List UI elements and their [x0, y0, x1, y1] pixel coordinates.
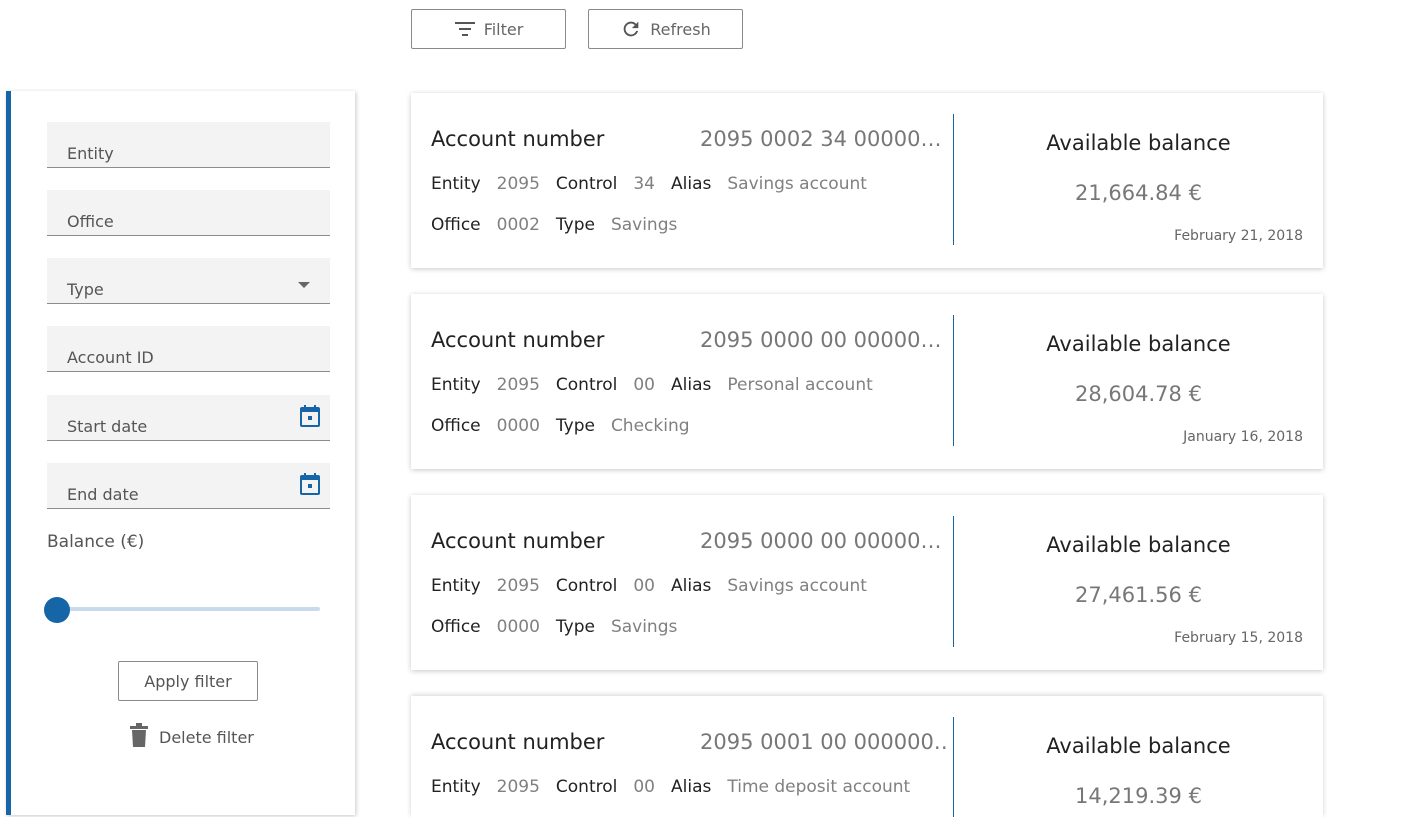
- office-key: Office: [431, 617, 481, 637]
- alias-value: Savings account: [727, 576, 867, 596]
- account-info-row: Entity 2095 Control 00 Alias Savings acc…: [431, 576, 883, 596]
- type-key: Type: [555, 215, 595, 235]
- balance-label: Balance (€): [47, 532, 145, 552]
- control-value: 00: [633, 777, 655, 797]
- alias-key: Alias: [671, 576, 712, 596]
- account-number-value: 2095 0002 34 00000…: [700, 127, 942, 151]
- calendar-icon[interactable]: [300, 405, 320, 431]
- delete-filter-button[interactable]: Delete filter: [129, 723, 254, 751]
- balance-slider-track[interactable]: [57, 607, 320, 611]
- alias-value: Personal account: [727, 375, 873, 395]
- start-date-field[interactable]: Start date: [47, 395, 330, 441]
- office-field-label: Office: [67, 212, 114, 231]
- type-value: Savings: [610, 617, 678, 637]
- account-number-value: 2095 0000 00 00000…: [700, 529, 942, 553]
- account-number-value: 2095 0001 00 000000…: [700, 730, 950, 754]
- type-select[interactable]: Type: [47, 258, 330, 304]
- type-key: Type: [555, 416, 595, 436]
- entity-key: Entity: [431, 174, 481, 194]
- type-value: Savings: [610, 215, 678, 235]
- alias-value: Time deposit account: [727, 777, 911, 797]
- available-balance-value: 14,219.39 €: [1075, 784, 1202, 808]
- balance-date: February 21, 2018: [1174, 228, 1303, 244]
- end-date-field[interactable]: End date: [47, 463, 330, 509]
- apply-filter-label: Apply filter: [144, 671, 232, 691]
- available-balance-value: 28,604.78 €: [1075, 382, 1202, 406]
- office-value: 0002: [496, 215, 540, 235]
- control-value: 00: [633, 375, 655, 395]
- entity-value: 2095: [496, 576, 540, 596]
- entity-field[interactable]: Entity: [47, 122, 330, 168]
- entity-value: 2095: [496, 174, 540, 194]
- account-id-field[interactable]: Account ID: [47, 326, 330, 372]
- available-balance-value: 27,461.56 €: [1075, 583, 1202, 607]
- calendar-icon[interactable]: [300, 473, 320, 499]
- balance-date: February 15, 2018: [1174, 630, 1303, 646]
- entity-key: Entity: [431, 777, 481, 797]
- account-number-label: Account number: [431, 328, 605, 352]
- account-info-row: Entity 2095 Control 00 Alias Personal ac…: [431, 375, 889, 395]
- type-value: Checking: [610, 416, 690, 436]
- trash-icon: [129, 723, 149, 751]
- balance-date: January 16, 2018: [1183, 429, 1303, 445]
- account-card[interactable]: Account number 2095 0000 00 00000… Entit…: [411, 495, 1323, 670]
- account-card[interactable]: Account number 2095 0001 00 000000… Enti…: [411, 696, 1323, 817]
- available-balance-label: Available balance: [1046, 533, 1231, 557]
- available-balance-label: Available balance: [1046, 131, 1231, 155]
- account-id-field-label: Account ID: [67, 348, 154, 367]
- office-key: Office: [431, 215, 481, 235]
- alias-key: Alias: [671, 174, 712, 194]
- dropdown-arrow-icon: [298, 274, 310, 293]
- start-date-field-label: Start date: [67, 417, 148, 436]
- account-card[interactable]: Account number 2095 0000 00 00000… Entit…: [411, 294, 1323, 469]
- delete-filter-label: Delete filter: [159, 727, 254, 747]
- filter-button-label: Filter: [483, 19, 524, 39]
- entity-value: 2095: [496, 777, 540, 797]
- available-balance-label: Available balance: [1046, 734, 1231, 758]
- control-key: Control: [555, 375, 618, 395]
- refresh-button[interactable]: Refresh: [588, 9, 743, 49]
- entity-key: Entity: [431, 576, 481, 596]
- refresh-button-label: Refresh: [650, 19, 711, 39]
- account-info-row: Entity 2095 Control 00 Alias Time deposi…: [431, 777, 926, 797]
- entity-key: Entity: [431, 375, 481, 395]
- office-field[interactable]: Office: [47, 190, 330, 236]
- control-key: Control: [555, 174, 618, 194]
- alias-value: Savings account: [727, 174, 867, 194]
- entity-value: 2095: [496, 375, 540, 395]
- alias-key: Alias: [671, 375, 712, 395]
- alias-key: Alias: [671, 777, 712, 797]
- office-value: 0000: [496, 617, 540, 637]
- entity-field-label: Entity: [67, 144, 114, 163]
- control-key: Control: [555, 777, 618, 797]
- control-key: Control: [555, 576, 618, 596]
- apply-filter-button[interactable]: Apply filter: [118, 661, 258, 701]
- filter-sidebar: Entity Office Type Account ID Start date…: [6, 91, 355, 815]
- account-info-row: Office 0000 Type Savings: [431, 617, 693, 637]
- office-key: Office: [431, 416, 481, 436]
- account-card[interactable]: Account number 2095 0002 34 00000… Entit…: [411, 93, 1323, 268]
- filter-button[interactable]: Filter: [411, 9, 566, 49]
- account-number-value: 2095 0000 00 00000…: [700, 328, 942, 352]
- control-value: 34: [633, 174, 655, 194]
- available-balance-value: 21,664.84 €: [1075, 181, 1202, 205]
- account-number-label: Account number: [431, 127, 605, 151]
- available-balance-label: Available balance: [1046, 332, 1231, 356]
- control-value: 00: [633, 576, 655, 596]
- account-info-row: Office 0002 Type Savings: [431, 215, 693, 235]
- office-value: 0000: [496, 416, 540, 436]
- end-date-field-label: End date: [67, 485, 139, 504]
- account-info-row: Entity 2095 Control 34 Alias Savings acc…: [431, 174, 883, 194]
- balance-slider-thumb[interactable]: [44, 597, 70, 623]
- account-number-label: Account number: [431, 730, 605, 754]
- account-number-label: Account number: [431, 529, 605, 553]
- refresh-icon: [620, 18, 642, 40]
- account-info-row: Office 0000 Type Checking: [431, 416, 706, 436]
- type-key: Type: [555, 617, 595, 637]
- type-select-label: Type: [67, 280, 104, 299]
- filter-icon: [454, 20, 476, 38]
